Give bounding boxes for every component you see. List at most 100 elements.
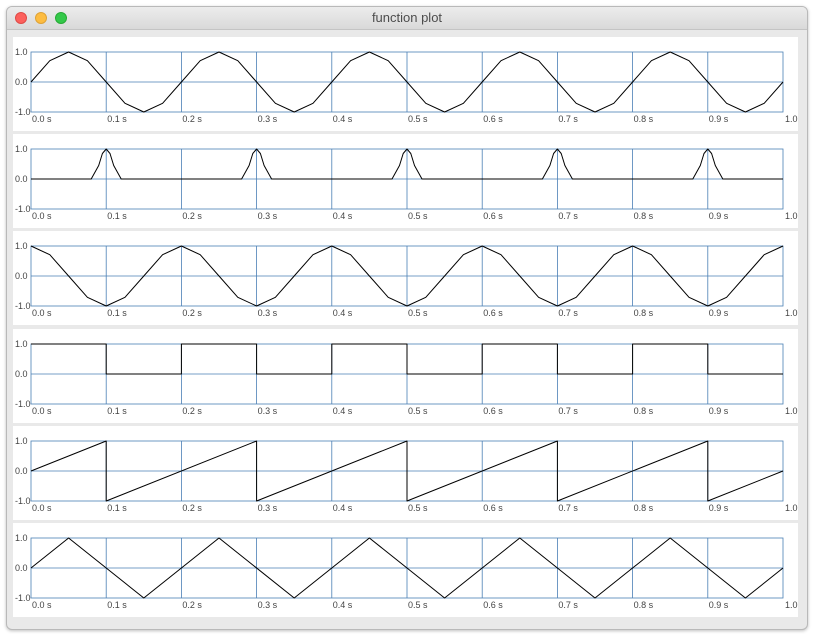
x-tick-label: 0.3 s <box>258 503 278 513</box>
x-tick-label: 0.9 s <box>709 406 729 416</box>
x-tick-label: 0.4 s <box>333 600 353 610</box>
title-bar: function plot <box>7 7 807 30</box>
y-tick-label: -1.0 <box>15 593 31 603</box>
x-tick-label: 0.8 s <box>634 503 654 513</box>
y-tick-label: 0.0 <box>15 174 28 184</box>
x-tick-label: 0.7 s <box>558 406 578 416</box>
y-tick-label: 1.0 <box>15 241 28 251</box>
y-tick-label: 1.0 <box>15 436 28 446</box>
y-tick-label: 1.0 <box>15 47 28 57</box>
plot-svg-cosine: 1.0 0.0 -1.00.0 s 0.1 s 0.2 s 0.3 s 0.4 s 0.5 s… <box>15 241 798 318</box>
x-tick-label: 0.9 s <box>709 503 729 513</box>
y-tick-label: 0.0 <box>15 466 28 476</box>
x-tick-label: 0.5 s <box>408 503 428 513</box>
x-tick-label: 0.8 s <box>634 406 654 416</box>
x-tick-label: 1.0 <box>785 406 798 416</box>
x-tick-label: 0.2 s <box>182 406 202 416</box>
plot-svg-square: 1.0 0.0 -1.00.0 s 0.1 s 0.2 s 0.3 s 0.4 s 0.5 s… <box>15 339 798 416</box>
x-tick-label: 0.2 s <box>182 503 202 513</box>
x-tick-label: 0.7 s <box>558 503 578 513</box>
x-tick-label: 0.6 s <box>483 503 503 513</box>
x-tick-label: 0.4 s <box>333 308 353 318</box>
x-tick-label: 0.6 s <box>483 406 503 416</box>
x-tick-label: 0.0 s <box>32 308 52 318</box>
y-tick-label: 0.0 <box>15 563 28 573</box>
x-tick-label: 0.9 s <box>709 600 729 610</box>
plot-panel-sawtooth: 1.0 0.0 -1.0 0.0 s 0.1 s 0.2 s 0.3 s 0.4 s 0.5 s… <box>13 425 798 520</box>
x-tick-label: 1.0 <box>785 211 798 221</box>
x-tick-label: 0.5 s <box>408 114 428 124</box>
plot-svg-triangle: 1.0 0.0 -1.00.0 s 0.1 s 0.2 s 0.3 s 0.4 s 0.5 s… <box>15 533 798 610</box>
x-tick-label: 0.0 s <box>32 406 52 416</box>
x-tick-label: 1.0 <box>785 114 798 124</box>
x-tick-label: 0.7 s <box>558 211 578 221</box>
plot-panel-triangle: 1.0 0.0 -1.0 0.0 s 0.1 s 0.2 s 0.3 s 0.4 s 0.5 s… <box>13 523 798 617</box>
plot-svg-pulse: 1.0 0.0 -1.00.0 s 0.1 s 0.2 s 0.3 s 0.4 s 0.5 s… <box>15 144 798 221</box>
x-tick-label: 0.3 s <box>258 211 278 221</box>
x-tick-label: 0.5 s <box>408 308 428 318</box>
x-tick-label: 0.0 s <box>32 211 52 221</box>
y-tick-label: 0.0 <box>15 77 28 87</box>
y-tick-label: 1.0 <box>15 144 28 154</box>
x-tick-label: 0.1 s <box>107 114 127 124</box>
x-tick-label: 0.4 s <box>333 406 353 416</box>
x-tick-label: 0.5 s <box>408 600 428 610</box>
x-tick-label: 0.3 s <box>258 114 278 124</box>
x-tick-label: 0.1 s <box>107 406 127 416</box>
x-tick-label: 0.7 s <box>558 308 578 318</box>
plot-panel-sine: 1.0 0.0 -1.0 0.0 s 0.1 s 0.2 s 0.3 s 0.4 s 0.5 s… <box>13 37 798 131</box>
x-tick-label: 0.7 s <box>558 114 578 124</box>
x-tick-label: 0.1 s <box>107 308 127 318</box>
x-tick-label: 0.6 s <box>483 600 503 610</box>
y-tick-label: 0.0 <box>15 369 28 379</box>
x-tick-label: 0.0 s <box>32 503 52 513</box>
x-tick-label: 0.4 s <box>333 114 353 124</box>
x-tick-label: 0.2 s <box>182 211 202 221</box>
plot-svg-sine: 1.0 0.0 -1.00.0 s 0.1 s 0.2 s 0.3 s 0.4 s 0.5 s… <box>15 47 798 124</box>
plot-svg-sawtooth: 1.0 0.0 -1.00.0 s 0.1 s 0.2 s 0.3 s 0.4 s 0.5 s… <box>15 436 798 513</box>
plots-container: 1.0 0.0 -1.0 0.0 s 0.1 s 0.2 s 0.3 s 0.4 s 0.5 s… <box>13 37 798 622</box>
x-tick-label: 0.3 s <box>258 308 278 318</box>
x-tick-label: 0.0 s <box>32 114 52 124</box>
x-tick-label: 0.5 s <box>408 406 428 416</box>
y-tick-label: -1.0 <box>15 107 31 117</box>
x-tick-label: 1.0 <box>785 600 798 610</box>
x-tick-label: 0.8 s <box>634 600 654 610</box>
x-tick-label: 0.0 s <box>32 600 52 610</box>
x-tick-label: 0.4 s <box>333 503 353 513</box>
y-tick-label: 0.0 <box>15 271 28 281</box>
x-tick-label: 0.8 s <box>634 308 654 318</box>
plot-panel-pulse: 1.0 0.0 -1.0 0.0 s 0.1 s 0.2 s 0.3 s 0.4 s 0.5 s… <box>13 134 798 229</box>
plot-panel-square: 1.0 0.0 -1.0 0.0 s 0.1 s 0.2 s 0.3 s 0.4 s 0.5 s… <box>13 328 798 423</box>
plot-window: function plot 1.0 0.0 -1.0 0.0 s 0.1 s 0.2 s0… <box>6 6 808 630</box>
x-tick-label: 0.2 s <box>182 308 202 318</box>
x-tick-label: 0.6 s <box>483 211 503 221</box>
x-tick-label: 0.6 s <box>483 308 503 318</box>
x-tick-label: 0.3 s <box>258 600 278 610</box>
x-tick-label: 0.2 s <box>182 600 202 610</box>
y-tick-label: -1.0 <box>15 301 31 311</box>
plot-panel-cosine: 1.0 0.0 -1.0 0.0 s 0.1 s 0.2 s 0.3 s 0.4 s 0.5 s… <box>13 231 798 326</box>
window-title: function plot <box>371 10 443 25</box>
y-tick-label: -1.0 <box>15 496 31 506</box>
y-tick-label: -1.0 <box>15 399 31 409</box>
x-tick-label: 0.2 s <box>182 114 202 124</box>
x-tick-label: 1.0 <box>785 503 798 513</box>
x-tick-label: 0.1 s <box>107 211 127 221</box>
y-tick-label: 1.0 <box>15 339 28 349</box>
x-tick-label: 0.9 s <box>709 114 729 124</box>
y-tick-label: 1.0 <box>15 533 28 543</box>
x-tick-label: 0.8 s <box>634 211 654 221</box>
x-tick-label: 0.8 s <box>634 114 654 124</box>
x-tick-label: 0.4 s <box>333 211 353 221</box>
x-tick-label: 0.9 s <box>709 308 729 318</box>
x-tick-label: 0.7 s <box>558 600 578 610</box>
x-tick-label: 0.1 s <box>107 600 127 610</box>
x-tick-label: 1.0 <box>785 308 798 318</box>
y-tick-label: -1.0 <box>15 204 31 214</box>
x-tick-label: 0.5 s <box>408 211 428 221</box>
series-line-square <box>31 343 783 375</box>
x-tick-label: 0.9 s <box>709 211 729 221</box>
x-tick-label: 0.3 s <box>258 406 278 416</box>
x-tick-label: 0.1 s <box>107 503 127 513</box>
